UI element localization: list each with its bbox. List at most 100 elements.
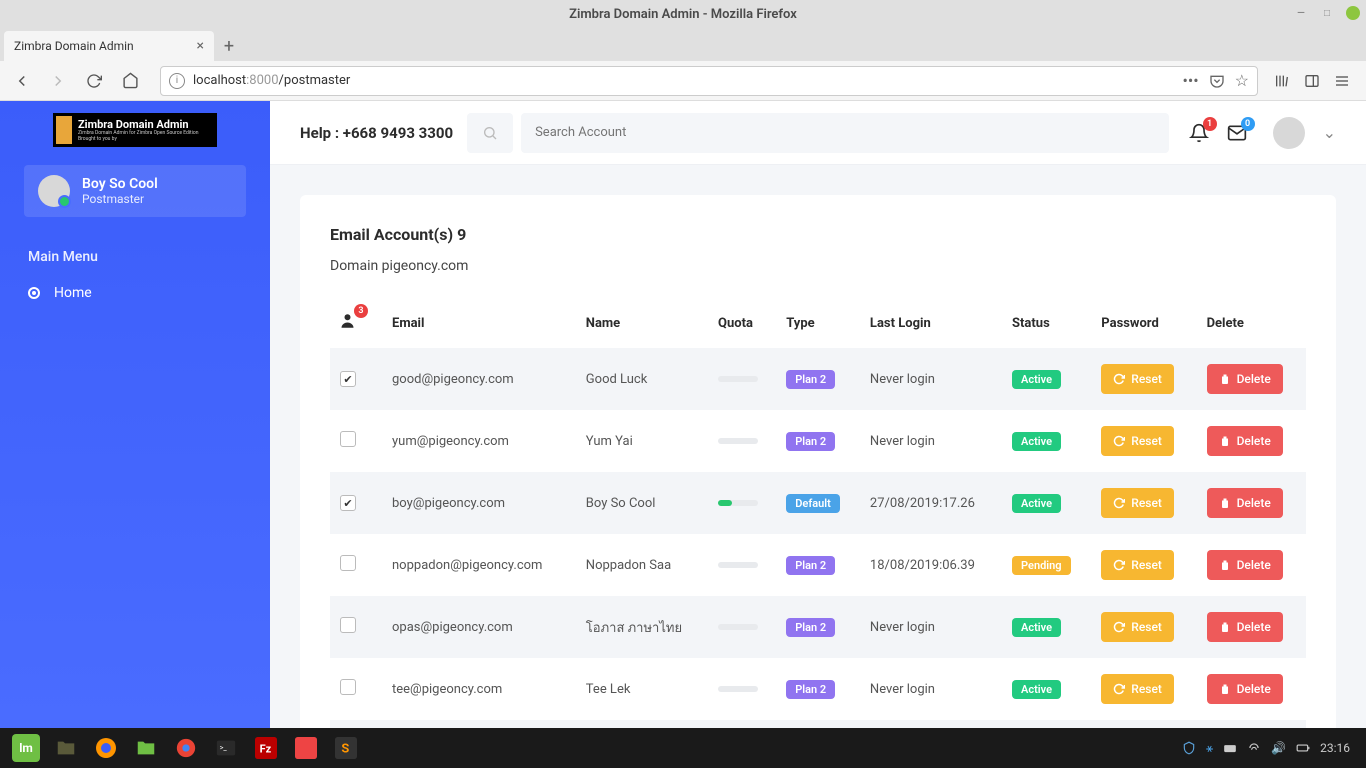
forward-button[interactable]	[44, 67, 72, 95]
delete-button[interactable]: Delete	[1207, 674, 1283, 704]
cell-email: boy@pigeoncy.com	[382, 472, 576, 534]
refresh-icon	[1113, 373, 1125, 385]
row-checkbox[interactable]	[340, 617, 356, 633]
delete-button[interactable]: Delete	[1207, 364, 1283, 394]
tab-close-button[interactable]: ×	[197, 38, 204, 54]
col-lastlogin: Last Login	[860, 298, 1002, 348]
cell-quota	[708, 410, 776, 472]
shield-icon[interactable]	[1182, 741, 1196, 755]
search-input[interactable]	[521, 113, 1169, 153]
col-email: Email	[382, 298, 576, 348]
profile-card[interactable]: Boy So Cool Postmaster	[24, 165, 246, 217]
address-bar[interactable]: i localhost:8000/postmaster ••• ☆	[160, 66, 1258, 96]
files-icon[interactable]	[46, 730, 86, 766]
cell-email: opas@pigeoncy.com	[382, 596, 576, 658]
network-icon[interactable]	[1247, 741, 1261, 755]
bulk-action-icon[interactable]: 3	[340, 312, 358, 330]
page-actions-icon[interactable]: •••	[1182, 71, 1198, 90]
new-tab-button[interactable]: +	[214, 31, 244, 61]
avatar	[38, 175, 70, 207]
browser-tabbar: Zimbra Domain Admin × +	[0, 28, 1366, 61]
clock[interactable]: 23:16	[1320, 741, 1350, 755]
refresh-icon	[1113, 621, 1125, 633]
sidebar-item-label: Home	[54, 285, 92, 301]
col-password: Password	[1091, 298, 1196, 348]
cell-quota	[708, 472, 776, 534]
messages-button[interactable]: 0	[1227, 123, 1247, 143]
reset-button[interactable]: Reset	[1101, 612, 1174, 642]
cell-lastlogin: Never login	[860, 410, 1002, 472]
delete-button[interactable]: Delete	[1207, 612, 1283, 642]
refresh-icon	[1113, 435, 1125, 447]
table-row: yum@pigeoncy.comYum Yai Plan 2 Never login…	[330, 410, 1306, 472]
bluetooth-icon[interactable]: ⚹	[1206, 741, 1213, 756]
row-checkbox[interactable]	[340, 495, 356, 511]
sidebar-icon[interactable]	[1304, 73, 1320, 89]
terminal-icon[interactable]: >_	[206, 730, 246, 766]
row-checkbox[interactable]	[340, 431, 356, 447]
delete-button[interactable]: Delete	[1207, 550, 1283, 580]
user-avatar[interactable]	[1273, 117, 1305, 149]
keyboard-icon[interactable]	[1223, 741, 1237, 755]
browser-tab[interactable]: Zimbra Domain Admin ×	[4, 31, 214, 61]
chrome-icon[interactable]	[166, 730, 206, 766]
app-icon-red[interactable]	[286, 730, 326, 766]
delete-button[interactable]: Delete	[1207, 488, 1283, 518]
cell-email: tee@pigeoncy.com	[382, 658, 576, 720]
bookmark-star-icon[interactable]: ☆	[1235, 71, 1249, 90]
search-button[interactable]	[467, 113, 513, 153]
cell-quota	[708, 534, 776, 596]
filezilla-icon[interactable]: Fz	[246, 730, 286, 766]
accounts-card: Email Account(s) 9 Domain pigeoncy.com 3…	[300, 195, 1336, 728]
cell-name: Boy So Cool	[576, 472, 708, 534]
window-close-button[interactable]	[1346, 6, 1360, 20]
status-badge: Pending	[1012, 556, 1071, 575]
volume-icon[interactable]: 🔊	[1271, 741, 1286, 755]
type-badge: Default	[786, 494, 840, 513]
reset-button[interactable]: Reset	[1101, 674, 1174, 704]
notifications-badge: 1	[1203, 117, 1217, 131]
folder-icon[interactable]	[126, 730, 166, 766]
site-info-icon[interactable]: i	[169, 73, 185, 89]
delete-button[interactable]: Delete	[1207, 426, 1283, 456]
user-menu-caret[interactable]: ⌄	[1323, 123, 1336, 142]
brand-sub2: Brought to you by	[78, 136, 199, 142]
pocket-icon[interactable]	[1209, 73, 1225, 89]
table-row: boy@pigeoncy.comBoy So CoolDefault27/08/…	[330, 472, 1306, 534]
cell-email: yum@pigeoncy.com	[382, 410, 576, 472]
row-checkbox[interactable]	[340, 679, 356, 695]
window-minimize-button[interactable]: —	[1294, 6, 1308, 20]
cell-name: Noppadon Saa	[576, 534, 708, 596]
row-checkbox[interactable]	[340, 555, 356, 571]
cell-quota	[708, 658, 776, 720]
window-maximize-button[interactable]: □	[1320, 6, 1334, 20]
reset-button[interactable]: Reset	[1101, 364, 1174, 394]
notifications-button[interactable]: 1	[1189, 123, 1209, 143]
trash-icon	[1219, 373, 1231, 385]
battery-icon[interactable]	[1296, 741, 1310, 755]
help-label: Help : +668 9493 3300	[300, 124, 453, 142]
reset-button[interactable]: Reset	[1101, 550, 1174, 580]
sidebar-item-home[interactable]: Home	[0, 273, 270, 313]
window-title: Zimbra Domain Admin - Mozilla Firefox	[569, 7, 797, 22]
menu-icon[interactable]	[1334, 73, 1350, 89]
profile-name: Boy So Cool	[82, 176, 158, 192]
brand-title: Zimbra Domain Admin	[78, 119, 199, 130]
mint-menu-button[interactable]: lm	[12, 734, 40, 762]
type-badge: Plan 2	[786, 432, 835, 451]
reload-button[interactable]	[80, 67, 108, 95]
reset-button[interactable]: Reset	[1101, 488, 1174, 518]
back-button[interactable]	[8, 67, 36, 95]
cell-name: Yum Yai	[576, 410, 708, 472]
cell-lastlogin: Never login	[860, 658, 1002, 720]
library-icon[interactable]	[1274, 73, 1290, 89]
firefox-icon[interactable]	[86, 730, 126, 766]
table-row: tee@pigeoncy.comTee LekPlan 2Never login…	[330, 658, 1306, 720]
row-checkbox[interactable]	[340, 371, 356, 387]
sublime-icon[interactable]: S	[326, 730, 366, 766]
home-button[interactable]	[116, 67, 144, 95]
reset-button[interactable]: Reset	[1101, 426, 1174, 456]
system-tray: ⚹ 🔊 23:16	[1182, 741, 1360, 756]
svg-text:Fz: Fz	[260, 743, 272, 756]
table-row: opas@pigeoncy.comโอภาส ภาษาไทยPlan 2Neve…	[330, 596, 1306, 658]
